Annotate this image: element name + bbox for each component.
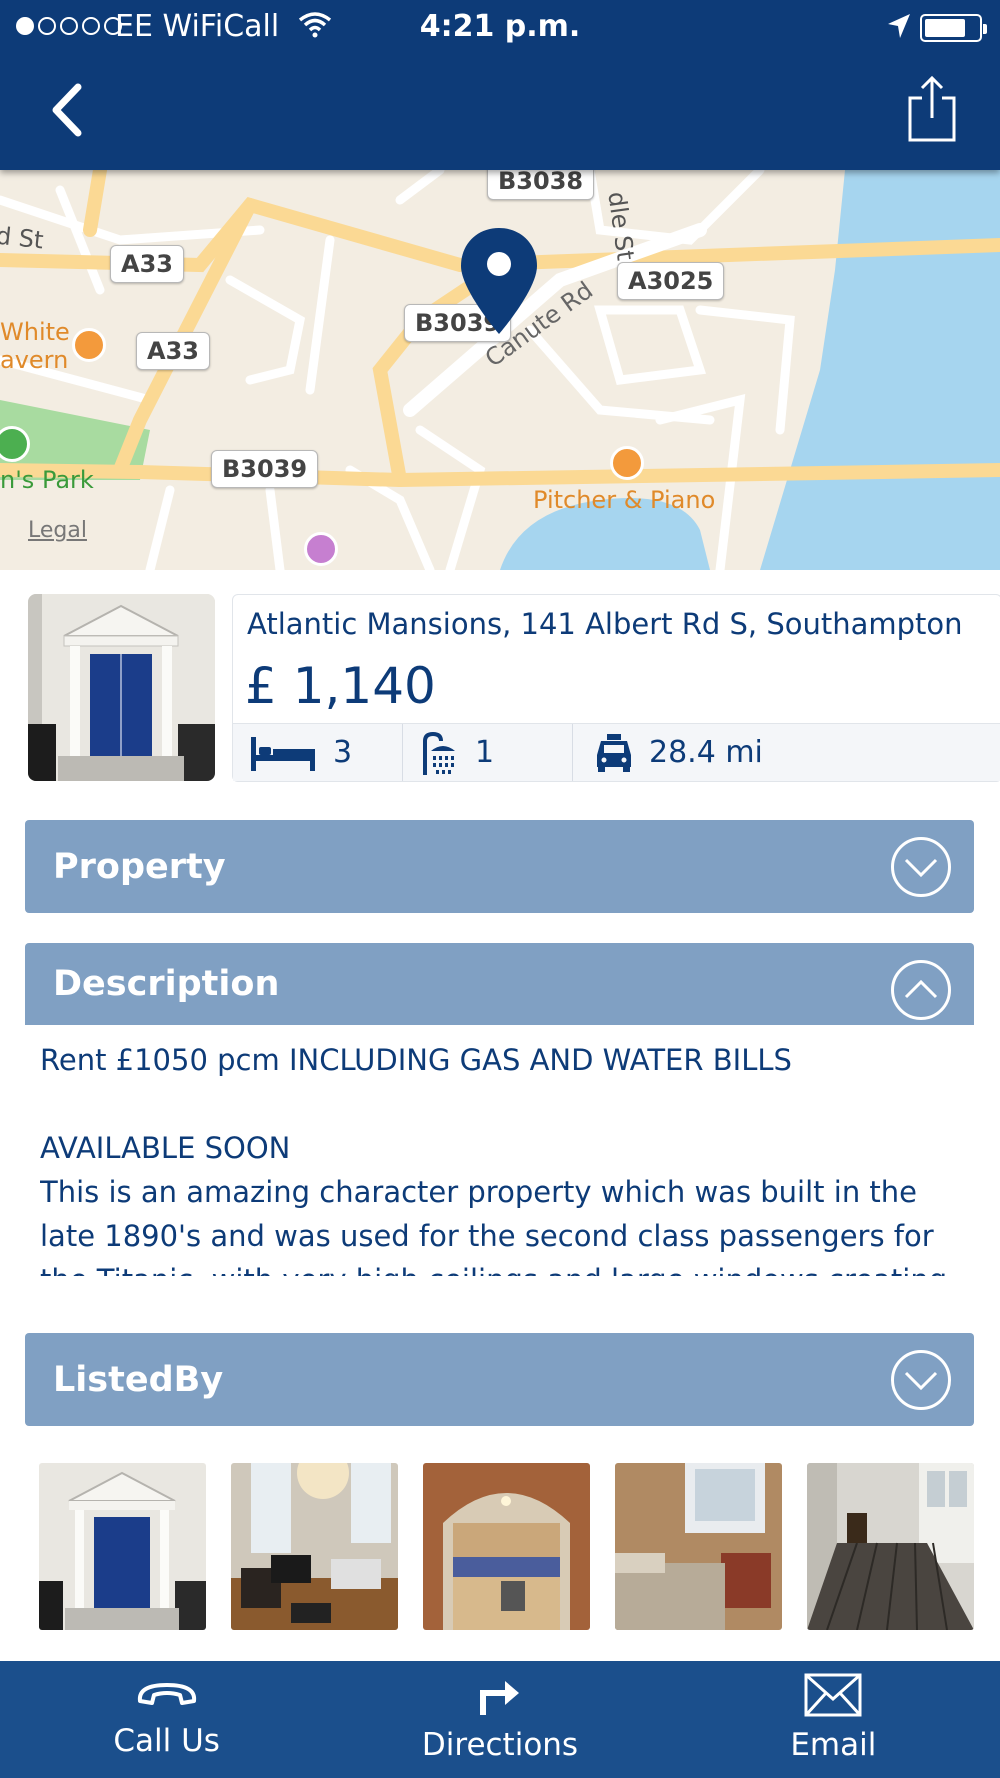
- property-section-title: Property: [53, 846, 226, 887]
- listing-address: Atlantic Mansions, 141 Albert Rd S, Sout…: [247, 607, 963, 641]
- email-label: Email: [790, 1727, 877, 1763]
- road-label-a33: A33: [110, 245, 184, 283]
- bathrooms-count: 1: [475, 735, 495, 770]
- gallery-photo[interactable]: [423, 1463, 590, 1630]
- gallery-photo[interactable]: [807, 1463, 974, 1630]
- property-section-header[interactable]: Property: [25, 820, 974, 913]
- call-us-button[interactable]: Call Us: [0, 1661, 333, 1778]
- property-thumbnail[interactable]: [28, 594, 215, 781]
- bottom-action-bar: Call Us Directions Email: [0, 1661, 1000, 1778]
- gallery-photo[interactable]: [231, 1463, 398, 1630]
- envelope-icon: [804, 1673, 862, 1717]
- gallery-photo[interactable]: [615, 1463, 782, 1630]
- road-label-a3025: A3025: [617, 262, 725, 300]
- bedrooms-count: 3: [333, 735, 353, 770]
- description-line: AVAILABLE SOON: [40, 1131, 291, 1165]
- listing-price: £ 1,140: [245, 657, 436, 715]
- email-button[interactable]: Email: [667, 1661, 1000, 1778]
- street-label: d St: [0, 221, 45, 255]
- listing-summary[interactable]: Atlantic Mansions, 141 Albert Rd S, Sout…: [28, 594, 1000, 782]
- photo-gallery[interactable]: [39, 1463, 974, 1630]
- back-button[interactable]: [48, 80, 98, 140]
- chevron-down-icon: [891, 1350, 951, 1410]
- bathrooms-stat: 1: [403, 724, 573, 781]
- description-text: Rent £1050 pcm INCLUDING GAS AND WATER B…: [40, 1038, 970, 1276]
- bed-icon: [251, 736, 315, 771]
- chevron-left-icon: [52, 83, 82, 137]
- turn-right-arrow-icon: [479, 1681, 519, 1715]
- road-label-b3039: B3039: [211, 450, 319, 488]
- description-section-title: Description: [53, 964, 280, 1004]
- location-map[interactable]: B3038 A33 A33 A3025 B3039 B3039 d St dle…: [0, 170, 1000, 570]
- distance-value: 28.4 mi: [649, 735, 763, 770]
- description-line: Rent £1050 pcm INCLUDING GAS AND WATER B…: [40, 1043, 792, 1077]
- place-label: n's Park: [0, 466, 94, 494]
- description-section-header[interactable]: Description: [25, 943, 974, 1025]
- directions-label: Directions: [421, 1727, 579, 1763]
- road-label-a33: A33: [136, 332, 210, 370]
- shower-icon: [423, 731, 455, 775]
- location-arrow-icon: [886, 12, 912, 48]
- distance-stat: 28.4 mi: [573, 724, 873, 781]
- listing-stats: 3 1 28.4 mi: [233, 723, 1000, 781]
- call-us-label: Call Us: [113, 1723, 220, 1759]
- listed-by-section-title: ListedBy: [53, 1359, 224, 1400]
- listing-info-card[interactable]: Atlantic Mansions, 141 Albert Rd S, Sout…: [232, 594, 1000, 782]
- place-label-pitcher-piano: Pitcher & Piano: [533, 486, 716, 514]
- battery-icon: [920, 14, 987, 42]
- status-time: 4:21 p.m.: [419, 9, 581, 44]
- directions-button[interactable]: Directions: [333, 1661, 666, 1778]
- phone-icon: [137, 1683, 196, 1705]
- place-label: avern: [0, 346, 69, 374]
- status-bar: EE WiFiCall 4:21 p.m.: [0, 0, 1000, 56]
- share-icon: [908, 75, 956, 142]
- chevron-up-icon: [891, 960, 951, 1020]
- top-navigation-bar: EE WiFiCall 4:21 p.m.: [0, 0, 1000, 170]
- pub-poi-icon[interactable]: [610, 446, 644, 480]
- cinema-poi-icon[interactable]: [304, 532, 338, 566]
- share-button[interactable]: [904, 74, 960, 144]
- car-icon: [597, 733, 631, 772]
- bedrooms-stat: 3: [233, 724, 403, 781]
- place-label: White: [0, 318, 70, 346]
- listed-by-section-header[interactable]: ListedBy: [25, 1333, 974, 1426]
- description-body: This is an amazing character property wh…: [40, 1175, 947, 1276]
- chevron-down-icon: [891, 837, 951, 897]
- map-legal-link[interactable]: Legal: [28, 518, 87, 543]
- gallery-photo[interactable]: [39, 1463, 206, 1630]
- pub-poi-icon[interactable]: [72, 328, 106, 362]
- road-label-b3038: B3038: [487, 170, 595, 200]
